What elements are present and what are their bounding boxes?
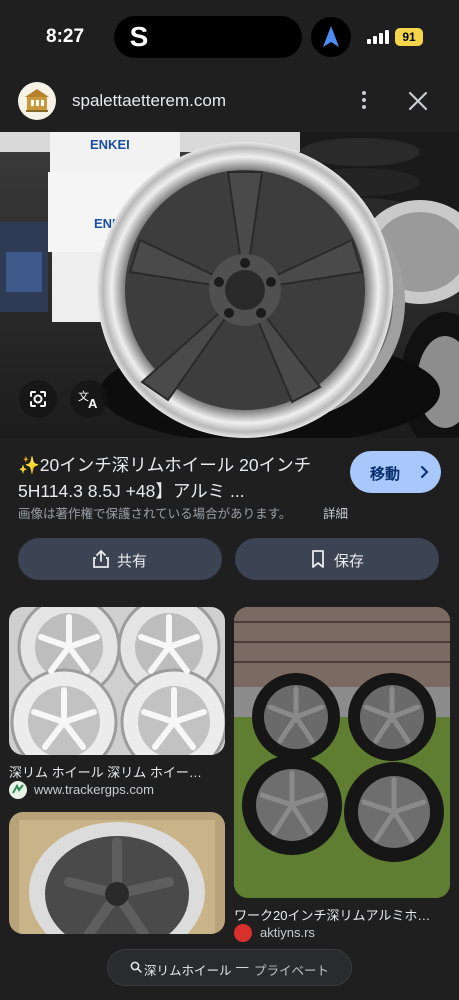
site-favicon-icon (234, 924, 252, 942)
save-label: 保存 (334, 553, 365, 570)
chevron-right-icon (421, 466, 429, 478)
share-icon (93, 549, 109, 568)
pill-separator: — (236, 960, 249, 974)
save-button[interactable]: 保存 (235, 538, 439, 580)
hero-image[interactable]: ENKEI ENKEI (0, 132, 459, 438)
search-query-pill[interactable]: 深リムホイール — プライベート (108, 950, 351, 985)
copyright-notice: 画像は著作権で保護されている場合があります。 (18, 507, 292, 521)
visit-button[interactable]: 移動 (350, 451, 441, 493)
related-source-2: aktiyns.rs (260, 925, 315, 940)
related-title-2[interactable]: ワーク20インチ深リムアルミホ… (234, 905, 450, 924)
site-header: spalettaetterem.com (0, 72, 459, 132)
svg-text:A: A (88, 396, 98, 411)
google-lens-icon[interactable] (19, 380, 57, 418)
status-time: 8:27 (46, 26, 85, 47)
signal-icon (367, 30, 389, 44)
related-title-1[interactable]: 深リム ホイール 深リム ホイー… (9, 762, 223, 781)
app-logo-icon: S (129, 21, 149, 52)
share-button[interactable]: 共有 (18, 538, 222, 580)
related-image-2[interactable] (234, 607, 450, 898)
search-icon (130, 961, 142, 973)
site-favicon-icon (9, 781, 27, 799)
navigation-arrow-icon (311, 17, 351, 57)
result-title[interactable]: ✨20インチ深リムホイール 20インチ 5H114.3 8.5J +48】アルミ… (18, 452, 336, 504)
related-source-1: www.trackergps.com (34, 782, 154, 797)
more-vert-icon[interactable] (352, 88, 376, 112)
site-favicon[interactable] (18, 82, 56, 120)
battery-indicator: 91 (395, 28, 423, 46)
share-label: 共有 (117, 553, 148, 570)
close-icon[interactable] (405, 88, 431, 114)
details-link[interactable]: 詳細 (323, 503, 348, 522)
search-query: 深リムホイール (144, 964, 232, 978)
related-image-3[interactable] (9, 812, 225, 934)
dynamic-island[interactable]: S (114, 16, 302, 58)
visit-label: 移動 (370, 466, 401, 483)
related-image-1[interactable] (9, 607, 225, 755)
status-bar: 8:27 S 91 (0, 0, 459, 72)
private-mode-label: プライベート (254, 964, 330, 978)
brand-text: ENKEI (90, 137, 130, 152)
translate-icon[interactable]: 文 A (70, 380, 108, 418)
site-domain[interactable]: spalettaetterem.com (72, 91, 226, 111)
bookmark-icon (312, 550, 324, 568)
